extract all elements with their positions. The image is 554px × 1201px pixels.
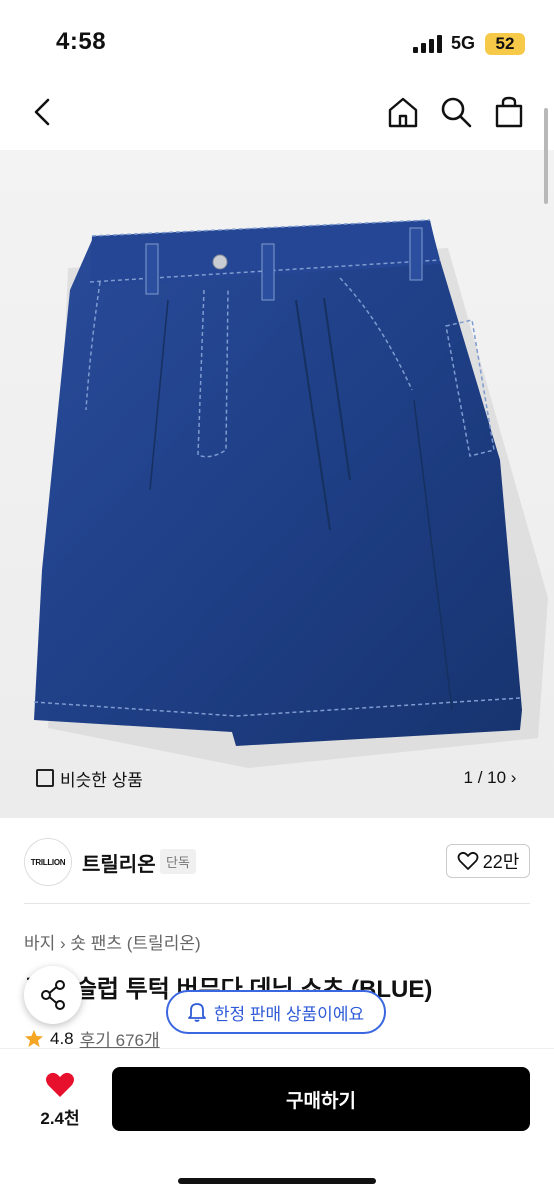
- denim-shorts-image: [33, 219, 548, 768]
- brand-logo-text: TRILLION: [30, 857, 66, 867]
- search-button[interactable]: [438, 94, 474, 130]
- home-icon: [388, 97, 418, 128]
- heart-filled-icon: [46, 1072, 74, 1097]
- share-button[interactable]: [24, 966, 82, 1024]
- brand-like-count: 22만: [482, 852, 520, 872]
- star-icon: [25, 1029, 43, 1047]
- home-button[interactable]: [385, 94, 421, 130]
- heart-outline-icon: [457, 851, 479, 870]
- rating-value: 4.8: [50, 1028, 74, 1048]
- copy-icon: [36, 769, 54, 787]
- network-label: 5G: [451, 33, 476, 53]
- brand-name[interactable]: 트릴리온: [82, 848, 156, 877]
- bell-icon: [187, 1003, 206, 1022]
- limited-sale-notice: 한정 판매 상품이에요: [166, 990, 386, 1034]
- similar-products-label: 비슷한 상품: [60, 770, 143, 790]
- wishlist-button[interactable]: [44, 1070, 76, 1100]
- brand-like-button[interactable]: 22만: [446, 844, 530, 878]
- similar-products-button[interactable]: 비슷한 상품: [24, 760, 156, 796]
- limited-sale-label: 한정 판매 상품이에요: [213, 1004, 365, 1024]
- status-time: 4:58: [56, 28, 107, 55]
- product-image-gallery[interactable]: [0, 150, 554, 818]
- scrollbar[interactable]: [544, 108, 548, 204]
- chevron-left-icon: [34, 98, 50, 126]
- divider: [24, 903, 530, 904]
- battery-level: 52: [485, 33, 525, 55]
- breadcrumb[interactable]: 바지 › 숏 팬츠 (트릴리온): [24, 929, 201, 954]
- wishlist-count: 2.4천: [40, 1109, 80, 1128]
- back-button[interactable]: [26, 94, 62, 130]
- exclusive-badge: 단독: [160, 849, 196, 874]
- cart-button[interactable]: [491, 94, 527, 130]
- search-icon: [441, 97, 472, 128]
- shopping-bag-icon: [495, 96, 523, 128]
- image-counter-label: 1 / 10 ›: [463, 768, 517, 787]
- buy-button[interactable]: 구매하기: [112, 1067, 530, 1131]
- home-indicator: [178, 1178, 376, 1184]
- signal-icon: [413, 35, 443, 53]
- image-counter-button[interactable]: 1 / 10 ›: [450, 760, 530, 796]
- share-icon: [41, 980, 65, 1010]
- brand-logo[interactable]: TRILLION: [24, 838, 72, 886]
